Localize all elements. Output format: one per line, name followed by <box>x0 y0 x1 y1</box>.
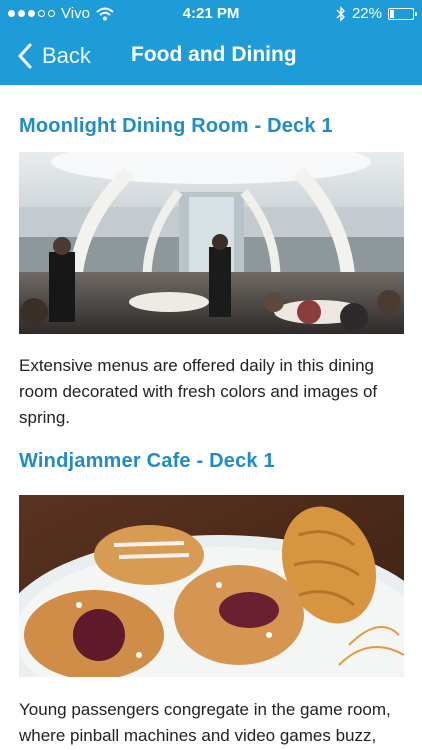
pastry-photo <box>19 495 404 677</box>
page-title: Food and Dining <box>131 43 297 66</box>
chevron-left-icon <box>18 43 32 69</box>
back-button-label: Back <box>42 43 91 68</box>
battery-icon <box>388 7 417 20</box>
section-description-moonlight: Extensive menus are offered daily in thi… <box>19 356 378 427</box>
battery-percentage: 22% <box>351 5 382 22</box>
dining-room-photo <box>19 152 404 334</box>
section-title-moonlight: Moonlight Dining Room - Deck 1 <box>19 115 333 137</box>
section-title-windjammer: Windjammer Cafe - Deck 1 <box>19 450 275 472</box>
section-description-windjammer: Young passengers congregate in the game … <box>19 700 391 745</box>
bluetooth-icon <box>336 5 345 22</box>
navigation-bar: Vivo 4:21 PM 22% Back Food and Dining <box>0 0 422 85</box>
status-bar: Vivo 4:21 PM 22% <box>0 0 422 28</box>
back-button[interactable]: Back <box>14 38 91 74</box>
content-scroll-area[interactable]: Moonlight Dining Room - Deck 1 Extensive… <box>0 85 422 750</box>
